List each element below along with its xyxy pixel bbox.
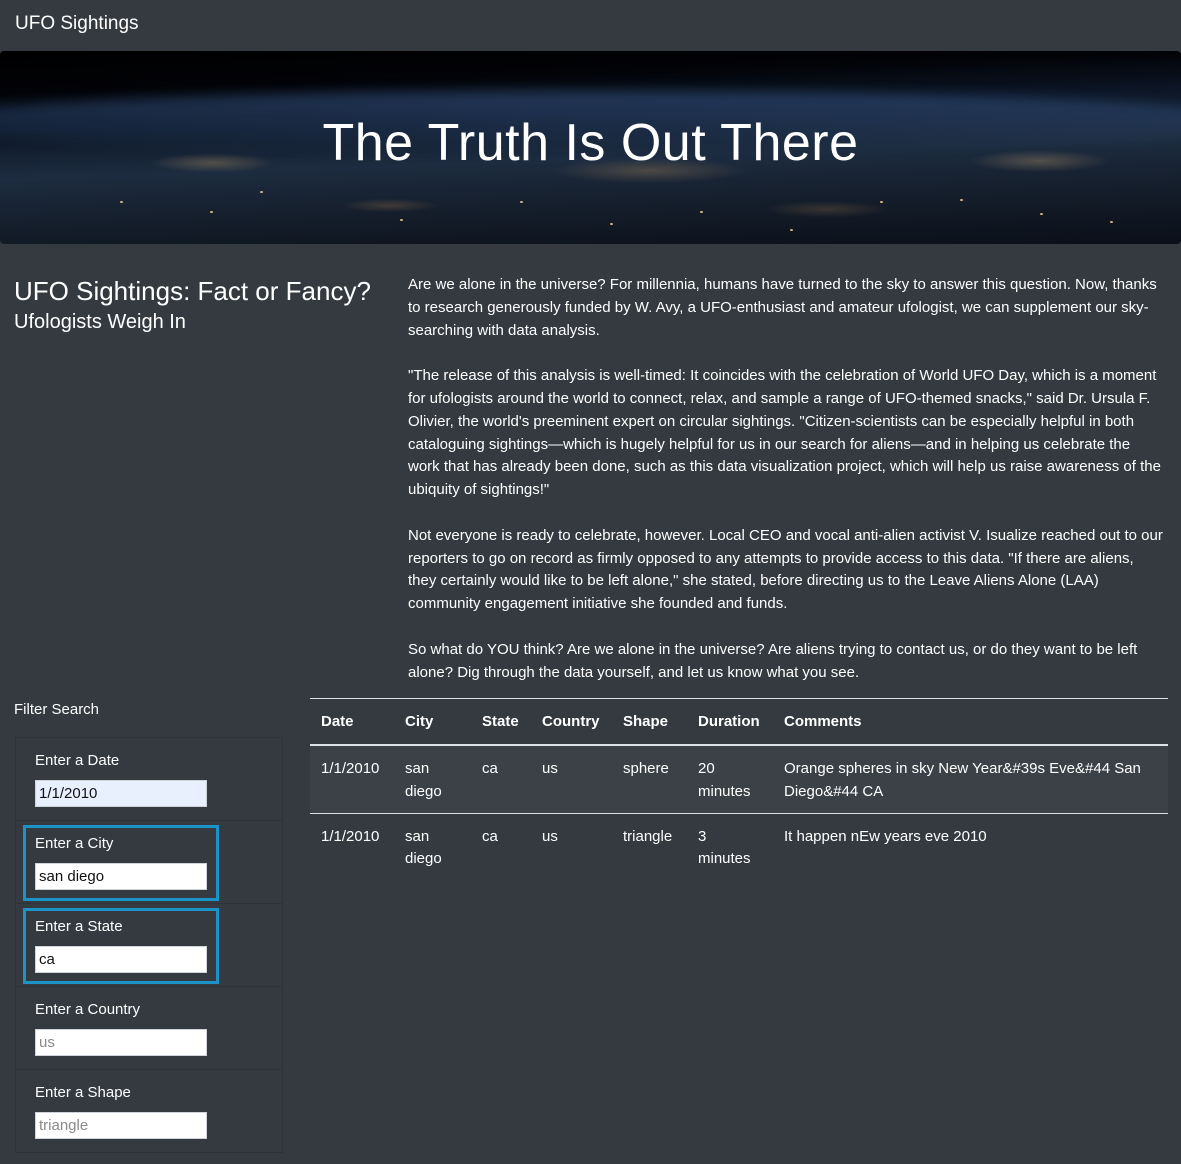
article-paragraph: Not everyone is ready to celebrate, howe… — [408, 526, 1163, 613]
article-paragraph: Are we alone in the universe? For millen… — [408, 276, 1157, 339]
hero-city-light — [960, 199, 963, 201]
cell-city: san diego — [394, 745, 471, 814]
hero-city-light — [610, 223, 613, 225]
cell-shape: triangle — [623, 827, 673, 845]
shape-filter-label: Enter a Shape — [35, 1084, 131, 1101]
cell-date: 1/1/2010 — [310, 745, 394, 814]
filter-list: Enter a Date Enter a City Enter a State … — [15, 737, 283, 1153]
city-filter-label: Enter a City — [35, 835, 114, 852]
hero-city-light — [120, 201, 123, 203]
state-input[interactable] — [35, 946, 207, 973]
hero-banner: The Truth Is Out There — [0, 51, 1181, 244]
column-header-state: State — [471, 698, 531, 746]
hero-city-light — [210, 211, 213, 213]
cell-country: us — [531, 745, 612, 814]
sightings-table: Date City State Country Shape Duration C… — [310, 698, 1168, 880]
article-headline: UFO Sightings: Fact or Fancy? Ufologists… — [14, 276, 394, 335]
hero-title: The Truth Is Out There — [322, 114, 859, 172]
filter-item-city: Enter a City — [16, 821, 282, 904]
date-input[interactable] — [35, 780, 207, 807]
cell-city: san diego — [405, 827, 442, 868]
filter-item-country: Enter a Country — [16, 987, 282, 1070]
cell-state: ca — [482, 827, 498, 845]
state-filter-label: Enter a State — [35, 918, 123, 935]
table-row: 1/1/2010 san diego ca us triangle 3 minu… — [310, 813, 1168, 880]
filter-item-state: Enter a State — [16, 904, 282, 987]
country-filter-label: Enter a Country — [35, 1001, 141, 1018]
hero-city-light — [260, 191, 263, 193]
column-header-shape: Shape — [612, 698, 687, 746]
hero-city-light — [790, 229, 793, 231]
article-subtitle: Ufologists Weigh In — [14, 311, 186, 333]
hero-city-light — [1110, 221, 1113, 223]
navbar: UFO Sightings — [0, 0, 1181, 51]
cell-duration: 20 minutes — [687, 745, 773, 814]
article-title: UFO Sightings: Fact or Fancy? — [14, 276, 371, 306]
cell-date: 1/1/2010 — [321, 827, 380, 845]
filter-item-date: Enter a Date — [16, 738, 282, 821]
column-header-duration: Duration — [687, 698, 773, 746]
column-header-comments: Comments — [773, 698, 1168, 746]
hero-city-light — [700, 211, 703, 213]
country-input[interactable] — [35, 1029, 207, 1056]
cell-country: us — [542, 827, 558, 845]
column-header-city: City — [394, 698, 471, 746]
cell-comments: It happen nEw years eve 2010 — [784, 827, 987, 845]
article-paragraph: "The release of this analysis is well-ti… — [408, 367, 1161, 499]
hero-city-light — [520, 201, 523, 203]
cell-state: ca — [471, 745, 531, 814]
filter-item-shape: Enter a Shape — [16, 1070, 282, 1152]
navbar-brand[interactable]: UFO Sightings — [15, 13, 139, 35]
cell-comments: Orange spheres in sky New Year&#39s Eve&… — [773, 745, 1168, 814]
table-header-row: Date City State Country Shape Duration C… — [310, 698, 1168, 746]
hero-city-light — [1040, 213, 1043, 215]
article-body: Are we alone in the universe? For millen… — [408, 274, 1165, 707]
sightings-table-container: Date City State Country Shape Duration C… — [310, 698, 1168, 880]
hero-city-light — [400, 219, 403, 221]
cell-shape: sphere — [612, 745, 687, 814]
hero-city-light — [880, 201, 883, 203]
filter-search-heading: Filter Search — [14, 701, 100, 718]
cell-duration: 3 minutes — [698, 827, 751, 868]
table-row: 1/1/2010 san diego ca us sphere 20 minut… — [310, 745, 1168, 814]
city-input[interactable] — [35, 863, 207, 890]
column-header-country: Country — [531, 698, 612, 746]
shape-input[interactable] — [35, 1112, 207, 1139]
column-header-date: Date — [310, 698, 394, 746]
date-filter-label: Enter a Date — [35, 752, 120, 769]
article-paragraph: So what do YOU think? Are we alone in th… — [408, 640, 1138, 681]
